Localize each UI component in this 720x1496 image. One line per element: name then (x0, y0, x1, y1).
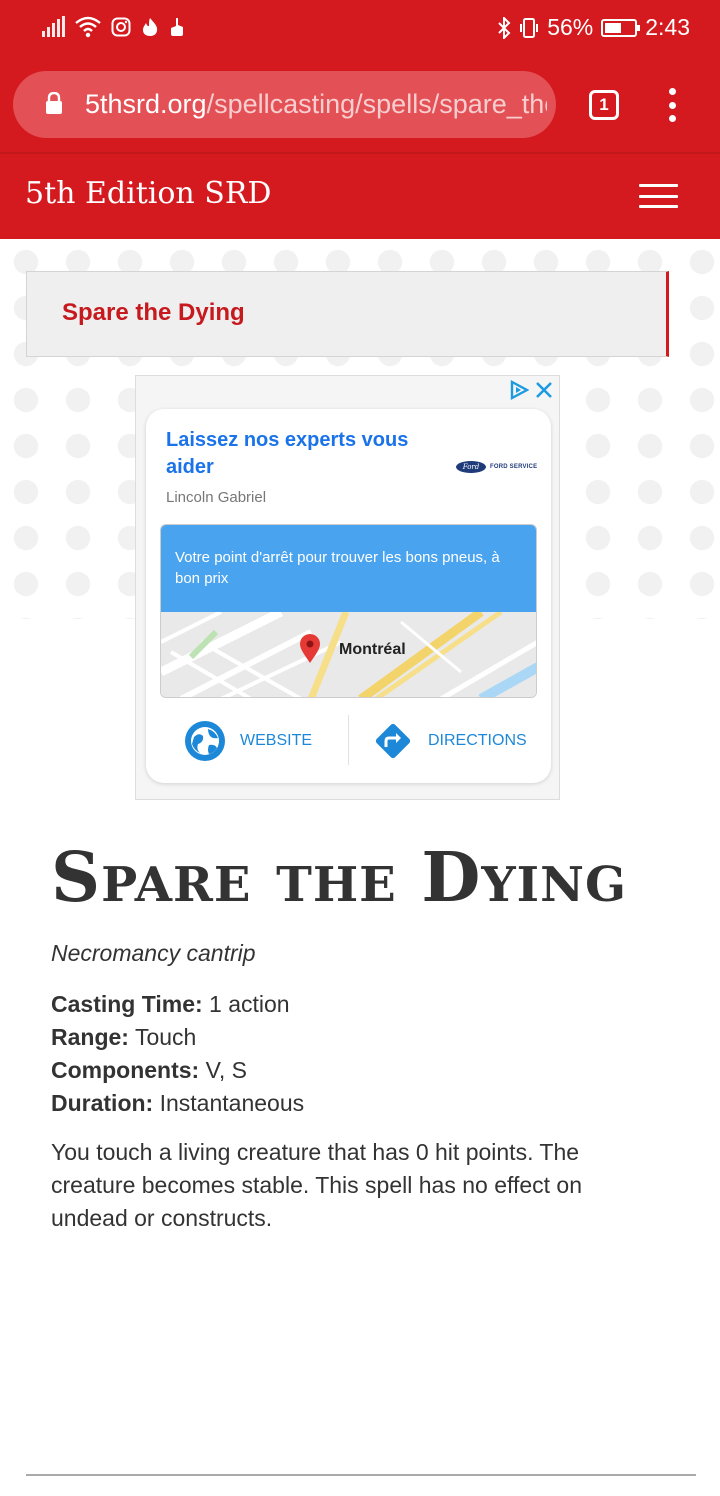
tinder-flame-icon (143, 18, 158, 36)
spell-stats: Casting Time: 1 action Range: Touch Comp… (51, 988, 304, 1120)
site-title[interactable]: 5th Edition SRD (25, 176, 271, 211)
stat-value: 1 action (209, 991, 290, 1017)
ad-card[interactable]: Laissez nos experts vous aider Ford FORD… (146, 409, 551, 783)
ad-actions-divider (348, 715, 349, 765)
stat-range: Range: Touch (51, 1021, 304, 1054)
map-city-label: Montréal (339, 641, 406, 658)
map-image: Montréal (161, 607, 536, 697)
wifi-icon (75, 16, 101, 38)
stat-label: Duration: (51, 1090, 154, 1116)
tab-switcher-button[interactable]: 1 (589, 90, 619, 120)
stat-label: Components: (51, 1057, 200, 1083)
map-caption: Votre point d'arrêt pour trouver les bon… (161, 525, 536, 612)
url-domain: 5thsrd.org (85, 89, 207, 119)
battery-icon (601, 18, 641, 37)
globe-icon (185, 721, 225, 761)
ford-oval: Ford (456, 461, 486, 473)
status-icons-left (42, 16, 185, 38)
stat-label: Casting Time: (51, 991, 203, 1017)
notification-icon (171, 18, 183, 36)
breadcrumb: Spare the Dying (26, 271, 669, 357)
stat-components: Components: V, S (51, 1054, 304, 1087)
spell-school: Necromancy cantrip (51, 940, 256, 966)
map-pin-icon (300, 634, 320, 663)
lock-icon (46, 92, 62, 114)
vibrate-icon (520, 17, 539, 38)
clock: 2:43 (645, 14, 690, 40)
close-ad-icon[interactable] (535, 381, 553, 399)
footer-divider (26, 1474, 696, 1476)
site-header: 5th Edition SRD (0, 152, 720, 239)
ford-service-logo: Ford FORD SERVICE (456, 461, 537, 473)
status-icons-right: 56% 2:43 (497, 14, 690, 41)
spell-title: Spare the Dying (51, 838, 627, 918)
hamburger-menu-icon[interactable] (639, 184, 678, 208)
status-bar: 56% 2:43 (0, 0, 720, 58)
stat-value: V, S (205, 1057, 247, 1083)
battery-percent: 56% (547, 14, 594, 40)
browser-toolbar: 5thsrd.org/spellcasting/spells/spare_the… (0, 58, 720, 152)
ad-unit[interactable]: Laissez nos experts vous aider Ford FORD… (135, 375, 560, 800)
directions-button[interactable]: DIRECTIONS (372, 719, 527, 763)
stat-duration: Duration: Instantaneous (51, 1087, 304, 1120)
ad-actions: WEBSITE DIRECTIONS (146, 709, 551, 769)
url-path: /spellcasting/spells/spare_the_dying (206, 89, 547, 119)
ad-headline[interactable]: Laissez nos experts vous aider (166, 427, 436, 481)
breadcrumb-current[interactable]: Spare the Dying (62, 299, 245, 327)
directions-label: DIRECTIONS (428, 732, 527, 749)
stat-value: Touch (134, 1024, 197, 1050)
bluetooth-icon (498, 16, 511, 39)
ad-choices[interactable] (509, 380, 553, 400)
stat-label: Range: (51, 1024, 129, 1050)
stat-casting-time: Casting Time: 1 action (51, 988, 304, 1021)
instagram-icon (111, 17, 131, 37)
spell-description: You touch a living creature that has 0 h… (51, 1139, 583, 1231)
website-label: WEBSITE (240, 732, 313, 749)
cell-signal-icon (42, 16, 65, 37)
adchoices-icon[interactable] (509, 380, 529, 400)
browser-menu-icon[interactable] (662, 88, 682, 122)
url-text[interactable]: 5thsrd.org/spellcasting/spells/spare_the… (85, 89, 547, 120)
ad-advertiser: Lincoln Gabriel (166, 489, 267, 506)
address-bar[interactable]: 5thsrd.org/spellcasting/spells/spare_the… (13, 71, 556, 138)
stat-value: Instantaneous (159, 1090, 305, 1116)
ford-service-text: FORD SERVICE (490, 464, 538, 470)
website-button[interactable]: WEBSITE (184, 719, 312, 763)
directions-icon (375, 723, 411, 759)
ad-map-card[interactable]: Votre point d'arrêt pour trouver les bon… (160, 524, 537, 698)
